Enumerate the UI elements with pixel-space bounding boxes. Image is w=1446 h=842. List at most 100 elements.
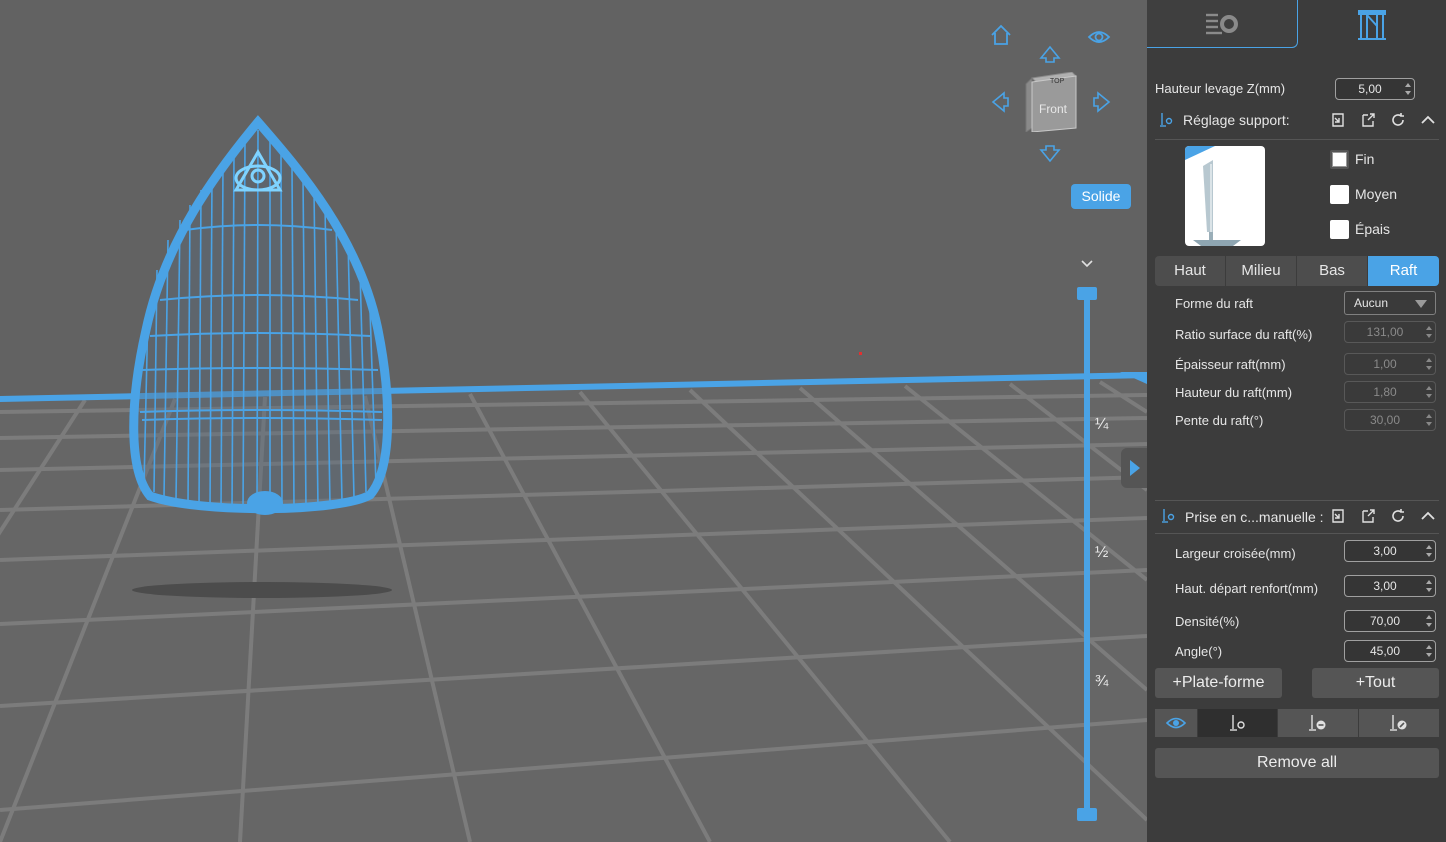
spin-arrows-icon[interactable] — [1426, 413, 1432, 427]
density-label: Épais — [1355, 221, 1391, 237]
support-settings-panel: Hauteur levage Z(mm) 5,00 Réglage suppor… — [1147, 0, 1446, 842]
support-level-tabs: Haut Milieu Bas Raft — [1155, 256, 1439, 286]
view-cube-front-label: Front — [1038, 102, 1067, 116]
settings-list-icon — [1206, 13, 1238, 34]
import-icon[interactable] — [1329, 111, 1347, 129]
play-arrow-icon — [1130, 460, 1140, 476]
remove-support-tool-button[interactable] — [1278, 709, 1358, 737]
export-icon[interactable] — [1359, 507, 1377, 525]
model-shadow — [132, 582, 392, 598]
chevron-up-icon[interactable] — [1419, 507, 1437, 525]
field-label: Ratio surface du raft(%) — [1175, 327, 1313, 342]
raft-thickness-input[interactable]: 1,00 — [1344, 353, 1436, 375]
field-label: Hauteur du raft(mm) — [1175, 385, 1293, 400]
eye-icon — [1166, 717, 1186, 729]
spin-arrows-icon[interactable] — [1426, 544, 1432, 558]
field-label: Épaisseur raft(mm) — [1175, 357, 1286, 372]
checkbox[interactable] — [1330, 220, 1349, 239]
spin-arrows-icon[interactable] — [1426, 385, 1432, 399]
support-pin-icon — [1160, 113, 1173, 127]
lift-height-label: Hauteur levage Z(mm) — [1155, 81, 1286, 96]
collapse-panel-button[interactable] — [1121, 448, 1147, 488]
checkbox[interactable] — [1330, 185, 1349, 204]
spin-arrows-icon[interactable] — [1426, 579, 1432, 593]
rotate-down-arrow-icon[interactable] — [1037, 142, 1063, 168]
support-table-icon — [1358, 10, 1386, 40]
field-value: 1,00 — [1373, 357, 1397, 371]
build-plate-scene[interactable] — [0, 0, 1147, 842]
tab-raft[interactable]: Raft — [1368, 256, 1439, 286]
support-remove-icon — [1309, 715, 1326, 731]
angle-input[interactable]: 45,00 — [1344, 640, 1436, 662]
spin-arrows-icon[interactable] — [1405, 82, 1411, 96]
field-value: 70,00 — [1369, 614, 1401, 628]
add-platform-button[interactable]: +Plate-forme — [1155, 668, 1282, 698]
layer-slider-track[interactable] — [1084, 296, 1090, 816]
reset-icon[interactable] — [1389, 111, 1407, 129]
tab-supports[interactable] — [1298, 0, 1446, 48]
rotate-right-arrow-icon[interactable] — [1090, 89, 1116, 115]
field-value: 1,80 — [1373, 385, 1397, 399]
rotate-up-arrow-icon[interactable] — [1037, 40, 1063, 66]
panel-tabs — [1147, 0, 1446, 48]
divider — [1155, 139, 1439, 140]
add-all-button[interactable]: +Tout — [1312, 668, 1439, 698]
eye-view-icon[interactable] — [1086, 24, 1112, 50]
manual-support-title: Prise en c...manuelle : — [1185, 509, 1324, 525]
density-label: Moyen — [1355, 186, 1398, 202]
slider-mark-half: ½ — [1095, 544, 1109, 561]
reset-icon[interactable] — [1389, 507, 1407, 525]
solid-view-button[interactable]: Solide — [1071, 184, 1131, 209]
rotate-left-arrow-icon[interactable] — [986, 89, 1012, 115]
show-supports-button[interactable] — [1155, 709, 1197, 737]
field-label: Haut. départ renfort(mm) — [1175, 581, 1319, 596]
home-view-icon[interactable] — [988, 22, 1014, 48]
lift-height-input[interactable]: 5,00 — [1335, 78, 1415, 100]
field-value: 131,00 — [1366, 325, 1404, 339]
tab-milieu[interactable]: Milieu — [1226, 256, 1296, 286]
density-label: Fin — [1355, 151, 1375, 167]
spin-arrows-icon[interactable] — [1426, 644, 1432, 658]
tab-bas[interactable]: Bas — [1297, 256, 1367, 286]
remove-all-button[interactable]: Remove all — [1155, 748, 1439, 778]
chevron-up-icon[interactable] — [1419, 111, 1437, 129]
caret-down-icon — [1415, 300, 1427, 308]
checkbox[interactable] — [1330, 150, 1349, 169]
divider — [1155, 533, 1439, 534]
import-icon[interactable] — [1329, 507, 1347, 525]
svg-text:TOP: TOP — [1050, 78, 1065, 85]
spin-arrows-icon[interactable] — [1426, 325, 1432, 339]
tab-haut[interactable]: Haut — [1155, 256, 1225, 286]
field-label: Densité(%) — [1175, 614, 1240, 629]
model-wireframe[interactable] — [129, 115, 393, 515]
raft-slope-input[interactable]: 30,00 — [1344, 409, 1436, 431]
tab-print-settings[interactable] — [1147, 0, 1298, 48]
field-value: 3,00 — [1373, 579, 1397, 593]
support-edit-icon — [1390, 715, 1407, 731]
support-settings-title: Réglage support: — [1183, 112, 1290, 128]
view-cube[interactable]: TOP Front — [1024, 72, 1078, 132]
field-value: 3,00 — [1373, 544, 1397, 558]
density-input[interactable]: 70,00 — [1344, 610, 1436, 632]
field-label: Pente du raft(°) — [1175, 413, 1264, 428]
edit-support-tool-button[interactable] — [1359, 709, 1439, 737]
reinforce-start-input[interactable]: 3,00 — [1344, 575, 1436, 597]
add-support-tool-button[interactable] — [1198, 709, 1277, 737]
raft-shape-value: Aucun — [1354, 296, 1389, 310]
cross-width-input[interactable]: 3,00 — [1344, 540, 1436, 562]
origin-marker — [859, 352, 862, 355]
spin-arrows-icon[interactable] — [1426, 614, 1432, 628]
chevron-down-icon[interactable] — [1079, 256, 1095, 272]
export-icon[interactable] — [1359, 111, 1377, 129]
support-pin-icon — [1162, 509, 1175, 523]
3d-viewport[interactable]: TOP Front Solide ¼ ½ ¾ — [0, 0, 1147, 842]
raft-height-input[interactable]: 1,80 — [1344, 381, 1436, 403]
layer-slider-top-handle[interactable] — [1077, 287, 1097, 300]
raft-ratio-input[interactable]: 131,00 — [1344, 321, 1436, 343]
raft-shape-dropdown[interactable]: Aucun — [1344, 291, 1436, 315]
raft-shape-label: Forme du raft — [1175, 296, 1254, 311]
spin-arrows-icon[interactable] — [1426, 357, 1432, 371]
layer-slider-bottom-handle[interactable] — [1077, 808, 1097, 821]
field-value: 30,00 — [1369, 413, 1401, 427]
field-label: Angle(°) — [1175, 644, 1223, 659]
